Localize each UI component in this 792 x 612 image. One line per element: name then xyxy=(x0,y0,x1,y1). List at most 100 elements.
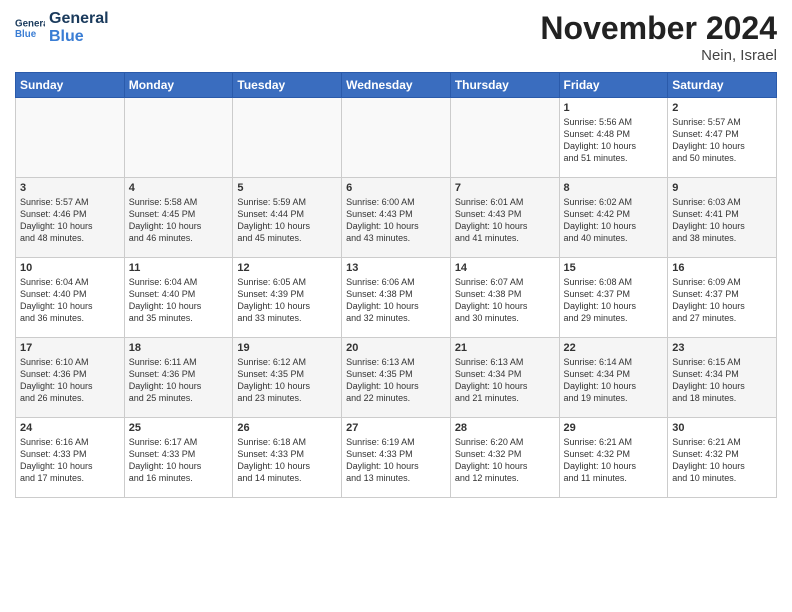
day-info: Sunrise: 6:11 AM Sunset: 4:36 PM Dayligh… xyxy=(129,356,229,405)
day-info: Sunrise: 6:10 AM Sunset: 4:36 PM Dayligh… xyxy=(20,356,120,405)
page-header: General Blue General Blue November 2024 … xyxy=(15,10,777,64)
day-number: 16 xyxy=(672,262,772,274)
calendar-cell: 24Sunrise: 6:16 AM Sunset: 4:33 PM Dayli… xyxy=(16,418,125,498)
day-info: Sunrise: 6:14 AM Sunset: 4:34 PM Dayligh… xyxy=(564,356,664,405)
calendar-cell: 18 Sunrise: 6:11 AM Sunset: 4:36 PM Dayli… xyxy=(124,338,233,418)
day-info: Sunrise: 6:01 AM Sunset: 4:43 PM Dayligh… xyxy=(455,196,555,245)
calendar-week-row: 10 Sunrise: 6:04 AM Sunset: 4:40 PM Dayli… xyxy=(16,258,777,338)
day-info: Sunrise: 5:57 AM Sunset: 4:47 PM Dayligh… xyxy=(672,116,772,165)
calendar-cell: 9Sunrise: 6:03 AM Sunset: 4:41 PM Daylig… xyxy=(668,178,777,258)
day-number: 12 xyxy=(237,262,337,274)
day-info: Sunrise: 5:56 AM Sunset: 4:48 PM Dayligh… xyxy=(564,116,664,165)
calendar-cell: 23Sunrise: 6:15 AM Sunset: 4:34 PM Dayli… xyxy=(668,338,777,418)
month-title: November 2024 xyxy=(540,10,777,47)
day-number: 2 xyxy=(672,102,772,114)
calendar-cell xyxy=(450,98,559,178)
logo-text-line1: General xyxy=(49,10,109,28)
calendar-body: 1 Sunrise: 5:56 AM Sunset: 4:48 PM Daylig… xyxy=(16,98,777,498)
day-info: Sunrise: 6:13 AM Sunset: 4:35 PM Dayligh… xyxy=(346,356,446,405)
calendar-cell xyxy=(342,98,451,178)
day-number: 28 xyxy=(455,422,555,434)
calendar-cell: 1 Sunrise: 5:56 AM Sunset: 4:48 PM Daylig… xyxy=(559,98,668,178)
calendar-cell: 14Sunrise: 6:07 AM Sunset: 4:38 PM Dayli… xyxy=(450,258,559,338)
day-number: 30 xyxy=(672,422,772,434)
day-info: Sunrise: 6:02 AM Sunset: 4:42 PM Dayligh… xyxy=(564,196,664,245)
day-info: Sunrise: 5:58 AM Sunset: 4:45 PM Dayligh… xyxy=(129,196,229,245)
location: Nein, Israel xyxy=(540,47,777,64)
day-info: Sunrise: 6:21 AM Sunset: 4:32 PM Dayligh… xyxy=(564,436,664,485)
calendar-cell: 22 Sunrise: 6:14 AM Sunset: 4:34 PM Dayli… xyxy=(559,338,668,418)
calendar-cell: 12 Sunrise: 6:05 AM Sunset: 4:39 PM Dayli… xyxy=(233,258,342,338)
day-number: 22 xyxy=(564,342,664,354)
calendar-cell: 25 Sunrise: 6:17 AM Sunset: 4:33 PM Dayli… xyxy=(124,418,233,498)
day-number: 10 xyxy=(20,262,120,274)
day-info: Sunrise: 6:08 AM Sunset: 4:37 PM Dayligh… xyxy=(564,276,664,325)
calendar-cell: 19Sunrise: 6:12 AM Sunset: 4:35 PM Dayli… xyxy=(233,338,342,418)
page-container: General Blue General Blue November 2024 … xyxy=(0,0,792,508)
day-number: 4 xyxy=(129,182,229,194)
day-info: Sunrise: 6:17 AM Sunset: 4:33 PM Dayligh… xyxy=(129,436,229,485)
day-number: 5 xyxy=(237,182,337,194)
day-info: Sunrise: 6:09 AM Sunset: 4:37 PM Dayligh… xyxy=(672,276,772,325)
logo: General Blue General Blue xyxy=(15,10,109,45)
calendar-week-row: 3Sunrise: 5:57 AM Sunset: 4:46 PM Daylig… xyxy=(16,178,777,258)
svg-text:Blue: Blue xyxy=(15,29,37,40)
calendar-cell: 15 Sunrise: 6:08 AM Sunset: 4:37 PM Dayli… xyxy=(559,258,668,338)
day-info: Sunrise: 6:03 AM Sunset: 4:41 PM Dayligh… xyxy=(672,196,772,245)
day-info: Sunrise: 6:07 AM Sunset: 4:38 PM Dayligh… xyxy=(455,276,555,325)
col-thursday: Thursday xyxy=(450,73,559,98)
day-number: 17 xyxy=(20,342,120,354)
day-info: Sunrise: 5:57 AM Sunset: 4:46 PM Dayligh… xyxy=(20,196,120,245)
day-number: 15 xyxy=(564,262,664,274)
day-info: Sunrise: 6:04 AM Sunset: 4:40 PM Dayligh… xyxy=(20,276,120,325)
day-info: Sunrise: 6:04 AM Sunset: 4:40 PM Dayligh… xyxy=(129,276,229,325)
calendar-cell xyxy=(233,98,342,178)
col-wednesday: Wednesday xyxy=(342,73,451,98)
col-sunday: Sunday xyxy=(16,73,125,98)
day-info: Sunrise: 6:15 AM Sunset: 4:34 PM Dayligh… xyxy=(672,356,772,405)
calendar-cell: 10 Sunrise: 6:04 AM Sunset: 4:40 PM Dayli… xyxy=(16,258,125,338)
day-info: Sunrise: 6:21 AM Sunset: 4:32 PM Dayligh… xyxy=(672,436,772,485)
day-info: Sunrise: 6:06 AM Sunset: 4:38 PM Dayligh… xyxy=(346,276,446,325)
day-info: Sunrise: 6:12 AM Sunset: 4:35 PM Dayligh… xyxy=(237,356,337,405)
calendar-cell: 20 Sunrise: 6:13 AM Sunset: 4:35 PM Dayli… xyxy=(342,338,451,418)
calendar-cell: 3Sunrise: 5:57 AM Sunset: 4:46 PM Daylig… xyxy=(16,178,125,258)
col-saturday: Saturday xyxy=(668,73,777,98)
day-number: 8 xyxy=(564,182,664,194)
calendar-cell: 4 Sunrise: 5:58 AM Sunset: 4:45 PM Daylig… xyxy=(124,178,233,258)
calendar-cell: 21Sunrise: 6:13 AM Sunset: 4:34 PM Dayli… xyxy=(450,338,559,418)
calendar-cell: 8 Sunrise: 6:02 AM Sunset: 4:42 PM Daylig… xyxy=(559,178,668,258)
day-number: 18 xyxy=(129,342,229,354)
day-number: 29 xyxy=(564,422,664,434)
day-number: 25 xyxy=(129,422,229,434)
day-number: 1 xyxy=(564,102,664,114)
calendar-week-row: 17 Sunrise: 6:10 AM Sunset: 4:36 PM Dayli… xyxy=(16,338,777,418)
calendar-cell: 7Sunrise: 6:01 AM Sunset: 4:43 PM Daylig… xyxy=(450,178,559,258)
day-number: 11 xyxy=(129,262,229,274)
day-info: Sunrise: 6:18 AM Sunset: 4:33 PM Dayligh… xyxy=(237,436,337,485)
day-info: Sunrise: 6:05 AM Sunset: 4:39 PM Dayligh… xyxy=(237,276,337,325)
day-number: 26 xyxy=(237,422,337,434)
logo-text-line2: Blue xyxy=(49,28,109,46)
day-number: 6 xyxy=(346,182,446,194)
calendar-cell: 16 Sunrise: 6:09 AM Sunset: 4:37 PM Dayli… xyxy=(668,258,777,338)
calendar-week-row: 1 Sunrise: 5:56 AM Sunset: 4:48 PM Daylig… xyxy=(16,98,777,178)
calendar-cell: 5Sunrise: 5:59 AM Sunset: 4:44 PM Daylig… xyxy=(233,178,342,258)
logo-icon: General Blue xyxy=(15,13,45,43)
day-number: 24 xyxy=(20,422,120,434)
calendar-cell: 26 Sunrise: 6:18 AM Sunset: 4:33 PM Dayli… xyxy=(233,418,342,498)
calendar-cell: 30 Sunrise: 6:21 AM Sunset: 4:32 PM Dayli… xyxy=(668,418,777,498)
day-number: 20 xyxy=(346,342,446,354)
calendar-header: Sunday Monday Tuesday Wednesday Thursday… xyxy=(16,73,777,98)
col-monday: Monday xyxy=(124,73,233,98)
calendar-cell: 6Sunrise: 6:00 AM Sunset: 4:43 PM Daylig… xyxy=(342,178,451,258)
calendar-cell xyxy=(16,98,125,178)
calendar-table: Sunday Monday Tuesday Wednesday Thursday… xyxy=(15,72,777,498)
calendar-cell: 27Sunrise: 6:19 AM Sunset: 4:33 PM Dayli… xyxy=(342,418,451,498)
calendar-cell: 29 Sunrise: 6:21 AM Sunset: 4:32 PM Dayli… xyxy=(559,418,668,498)
calendar-week-row: 24Sunrise: 6:16 AM Sunset: 4:33 PM Dayli… xyxy=(16,418,777,498)
calendar-cell: 17 Sunrise: 6:10 AM Sunset: 4:36 PM Dayli… xyxy=(16,338,125,418)
day-info: Sunrise: 6:13 AM Sunset: 4:34 PM Dayligh… xyxy=(455,356,555,405)
calendar-cell: 28Sunrise: 6:20 AM Sunset: 4:32 PM Dayli… xyxy=(450,418,559,498)
day-info: Sunrise: 6:19 AM Sunset: 4:33 PM Dayligh… xyxy=(346,436,446,485)
